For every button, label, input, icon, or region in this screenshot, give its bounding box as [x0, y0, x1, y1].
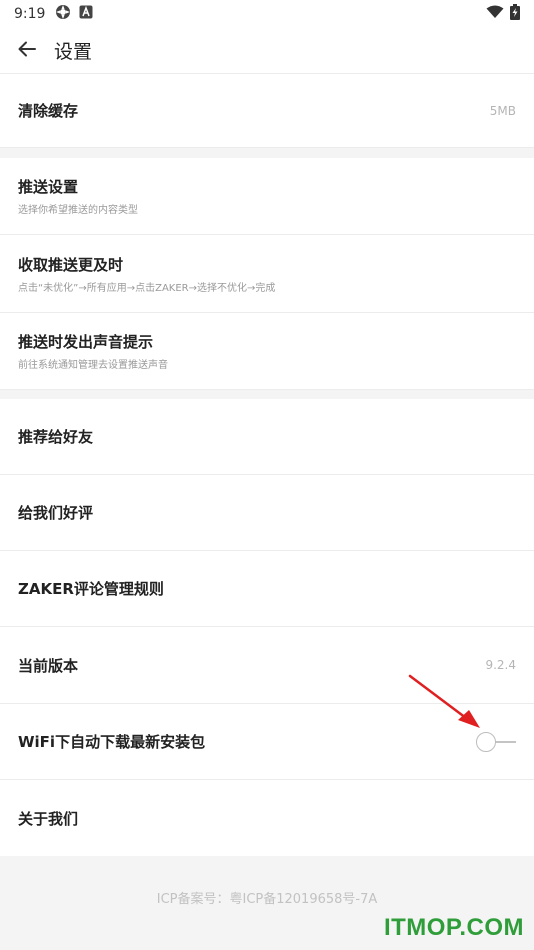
wifi-download-label: WiFi下自动下载最新安装包	[18, 733, 206, 751]
rate-label: 给我们好评	[18, 504, 94, 522]
clear-cache-item[interactable]: 清除缓存 5MB	[0, 74, 534, 148]
recommend-label: 推荐给好友	[18, 428, 94, 446]
version-label: 当前版本	[18, 656, 79, 675]
about-item[interactable]: 关于我们	[0, 780, 534, 856]
comment-rules-item[interactable]: ZAKER评论管理规则	[0, 551, 534, 627]
about-label: 关于我们	[18, 809, 79, 828]
push-timely-label: 收取推送更及时	[18, 255, 124, 274]
push-settings-label: 推送设置	[18, 178, 79, 196]
wifi-icon	[486, 5, 504, 23]
page-title: 设置	[54, 41, 93, 63]
back-button[interactable]	[0, 28, 54, 74]
app-bar: 设置	[0, 28, 534, 74]
watermark-logo: ITMOP.COM	[383, 914, 524, 941]
a-badge-icon	[79, 5, 93, 23]
clear-cache-label: 清除缓存	[18, 102, 79, 120]
push-timely-sub: 点击“未优化”→所有应用→点击ZAKER→选择不优化→完成	[18, 282, 276, 294]
arrow-left-icon	[18, 40, 36, 62]
settings-gear-icon	[55, 4, 71, 24]
icp-text: ICP备案号：粤ICP备12019658号-7A	[156, 892, 378, 907]
version-value: 9.2.4	[485, 658, 516, 672]
battery-charging-icon	[510, 4, 520, 24]
push-settings-item[interactable]: 推送设置 选择你希望推送的内容类型	[0, 158, 534, 235]
annotation-arrow-icon	[408, 674, 480, 728]
push-sound-sub: 前往系统通知管理去设置推送声音	[18, 360, 168, 371]
recommend-item[interactable]: 推荐给好友	[0, 399, 534, 475]
comment-rules-label: ZAKER评论管理规则	[18, 580, 164, 598]
rate-item[interactable]: 给我们好评	[0, 475, 534, 551]
push-timely-item[interactable]: 收取推送更及时 点击“未优化”→所有应用→点击ZAKER→选择不优化→完成	[0, 235, 534, 313]
cache-size-value: 5MB	[489, 103, 516, 118]
status-bar: 9:19	[0, 0, 534, 28]
push-settings-sub: 选择你希望推送的内容类型	[18, 205, 138, 216]
push-sound-item[interactable]: 推送时发出声音提示 前往系统通知管理去设置推送声音	[0, 313, 534, 390]
status-time: 9:19	[14, 6, 46, 22]
footer: ICP备案号：粤ICP备12019658号-7A ITMOP.COM	[0, 856, 534, 950]
push-sound-label: 推送时发出声音提示	[18, 333, 154, 351]
